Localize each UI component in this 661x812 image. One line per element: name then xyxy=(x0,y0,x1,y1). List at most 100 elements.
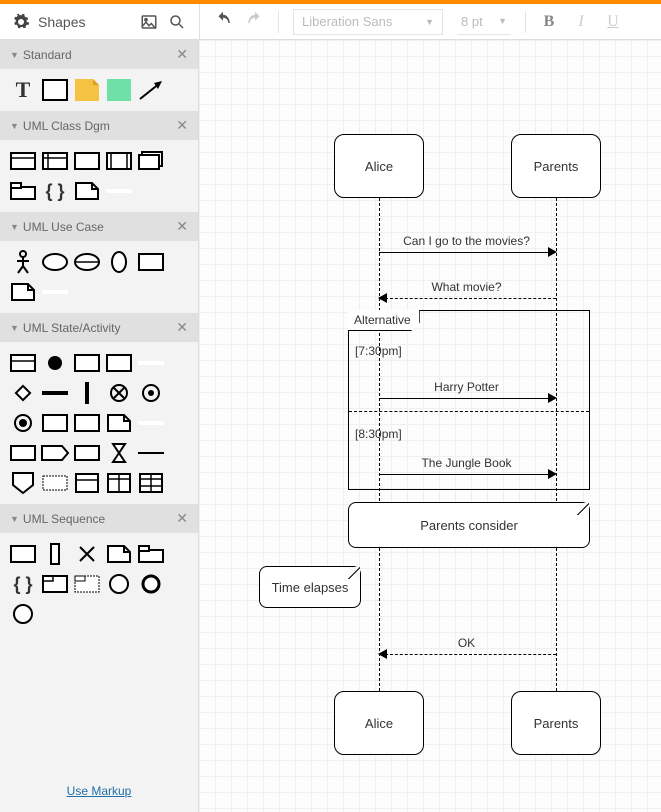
state-line-shape[interactable] xyxy=(138,352,164,374)
alt-divider xyxy=(349,411,589,412)
uc-line-shape[interactable] xyxy=(42,281,68,303)
chevron-down-icon: ▼ xyxy=(10,323,19,333)
font-name: Liberation Sans xyxy=(302,14,392,29)
receive-signal-shape[interactable] xyxy=(42,442,68,464)
search-icon[interactable] xyxy=(167,12,187,32)
italic-button[interactable]: I xyxy=(572,13,590,31)
fragment-shape[interactable] xyxy=(42,573,68,595)
activation-shape[interactable] xyxy=(42,543,68,565)
swimlane-h-shape[interactable] xyxy=(74,472,100,494)
send-signal-shape[interactable] xyxy=(10,442,36,464)
note-parents-consider[interactable]: Parents consider xyxy=(348,502,590,548)
close-icon[interactable]: ✕ xyxy=(176,510,188,527)
chevron-down-icon: ▼ xyxy=(10,222,19,232)
simple-class-shape[interactable] xyxy=(74,150,100,172)
act-note-shape[interactable] xyxy=(106,412,132,434)
shapes-title: Shapes xyxy=(38,14,131,30)
actor-shape[interactable] xyxy=(10,251,36,273)
underline-button[interactable]: U xyxy=(604,13,622,31)
multi-object-shape[interactable] xyxy=(138,150,164,172)
close-icon[interactable]: ✕ xyxy=(176,218,188,235)
redo-button[interactable] xyxy=(246,11,264,32)
class3-shape[interactable] xyxy=(42,150,68,172)
destroy-shape[interactable] xyxy=(74,543,100,565)
section-standard[interactable]: ▼ Standard ✕ xyxy=(0,40,198,69)
close-icon[interactable]: ✕ xyxy=(176,117,188,134)
act-rect-shape[interactable] xyxy=(42,412,68,434)
uc-note-shape[interactable] xyxy=(10,281,36,303)
section-uml-sequence[interactable]: ▼ UML Sequence ✕ xyxy=(0,504,198,533)
chevron-down-icon: ▼ xyxy=(498,16,507,26)
circle2-shape[interactable] xyxy=(10,603,36,625)
seq-note-shape[interactable] xyxy=(106,543,132,565)
state-rect2-shape[interactable] xyxy=(106,352,132,374)
usecase-ext-shape[interactable] xyxy=(74,251,100,273)
diagram-canvas[interactable]: Alice Parents Can I go to the movies? Wh… xyxy=(199,40,661,812)
chevron-down-icon: ▼ xyxy=(425,17,434,27)
actor-alice-top[interactable]: Alice xyxy=(334,134,424,198)
package-shape[interactable] xyxy=(10,180,36,202)
msg-ok[interactable]: OK xyxy=(384,636,549,650)
image-icon[interactable] xyxy=(139,12,159,32)
hbar-shape[interactable] xyxy=(42,382,68,404)
circle-bold-shape[interactable] xyxy=(138,573,164,595)
state-rect-shape[interactable] xyxy=(74,352,100,374)
fragment2-shape[interactable] xyxy=(74,573,100,595)
shield-shape[interactable] xyxy=(10,472,36,494)
section-uml-class[interactable]: ▼ UML Class Dgm ✕ xyxy=(0,111,198,140)
undo-button[interactable] xyxy=(214,11,232,32)
history-shape[interactable] xyxy=(138,382,164,404)
straight-line-shape[interactable] xyxy=(138,442,164,464)
vbar-shape[interactable] xyxy=(74,382,100,404)
chevron-down-icon: ▼ xyxy=(10,121,19,131)
act-rect2-shape[interactable] xyxy=(74,412,100,434)
active-class-shape[interactable] xyxy=(106,150,132,172)
swimlane-grid-shape[interactable] xyxy=(138,472,164,494)
state-shape[interactable] xyxy=(10,352,36,374)
ellipse-vert-shape[interactable] xyxy=(106,251,132,273)
system-shape[interactable] xyxy=(138,251,164,273)
section-uml-usecase[interactable]: ▼ UML Use Case ✕ xyxy=(0,212,198,241)
arrow-shape[interactable] xyxy=(138,79,164,101)
initial-shape[interactable] xyxy=(42,352,68,374)
datastore-shape[interactable] xyxy=(42,472,68,494)
line-shape[interactable] xyxy=(106,180,132,202)
note-shape[interactable] xyxy=(74,180,100,202)
section-uml-state[interactable]: ▼ UML State/Activity ✕ xyxy=(0,313,198,342)
act-line-shape[interactable] xyxy=(138,412,164,434)
object-flow-shape[interactable] xyxy=(74,442,100,464)
rect-shape[interactable] xyxy=(42,79,68,101)
note-green-shape[interactable] xyxy=(106,79,132,101)
use-markup-link[interactable]: Use Markup xyxy=(0,774,198,812)
msg-can-i-go[interactable]: Can I go to the movies? xyxy=(384,234,549,248)
close-icon[interactable]: ✕ xyxy=(176,319,188,336)
font-select[interactable]: Liberation Sans ▼ xyxy=(293,9,443,35)
msg-hp[interactable]: Harry Potter xyxy=(384,380,549,394)
font-size-value: 8 pt xyxy=(461,14,483,29)
note-time-elapses[interactable]: Time elapses xyxy=(259,566,361,608)
constraint-shape[interactable]: { } xyxy=(42,180,68,202)
final-shape[interactable] xyxy=(10,412,36,434)
usecase-shape[interactable] xyxy=(42,251,68,273)
flow-final-shape[interactable] xyxy=(106,382,132,404)
bold-button[interactable]: B xyxy=(540,13,558,31)
class-shape[interactable] xyxy=(10,150,36,172)
msg-jungle[interactable]: The Jungle Book xyxy=(384,456,549,470)
gear-icon[interactable] xyxy=(12,13,30,31)
lifeline-shape[interactable] xyxy=(10,543,36,565)
note-yellow-shape[interactable] xyxy=(74,79,100,101)
msg-what-movie[interactable]: What movie? xyxy=(384,280,549,294)
decision-shape[interactable] xyxy=(10,382,36,404)
close-icon[interactable]: ✕ xyxy=(176,46,188,63)
shapes-sidebar: ▼ Standard ✕ T ▼ UML Class Dgm ✕ { } xyxy=(0,40,199,812)
actor-parents-top[interactable]: Parents xyxy=(511,134,601,198)
text-shape[interactable]: T xyxy=(10,79,36,101)
brackets-shape[interactable]: { } xyxy=(10,573,36,595)
circle-shape[interactable] xyxy=(106,573,132,595)
hourglass-shape[interactable] xyxy=(106,442,132,464)
font-size-select[interactable]: 8 pt ▼ xyxy=(457,9,511,35)
actor-alice-bottom[interactable]: Alice xyxy=(334,691,424,755)
actor-parents-bottom[interactable]: Parents xyxy=(511,691,601,755)
swimlane-v-shape[interactable] xyxy=(106,472,132,494)
seq-package-shape[interactable] xyxy=(138,543,164,565)
